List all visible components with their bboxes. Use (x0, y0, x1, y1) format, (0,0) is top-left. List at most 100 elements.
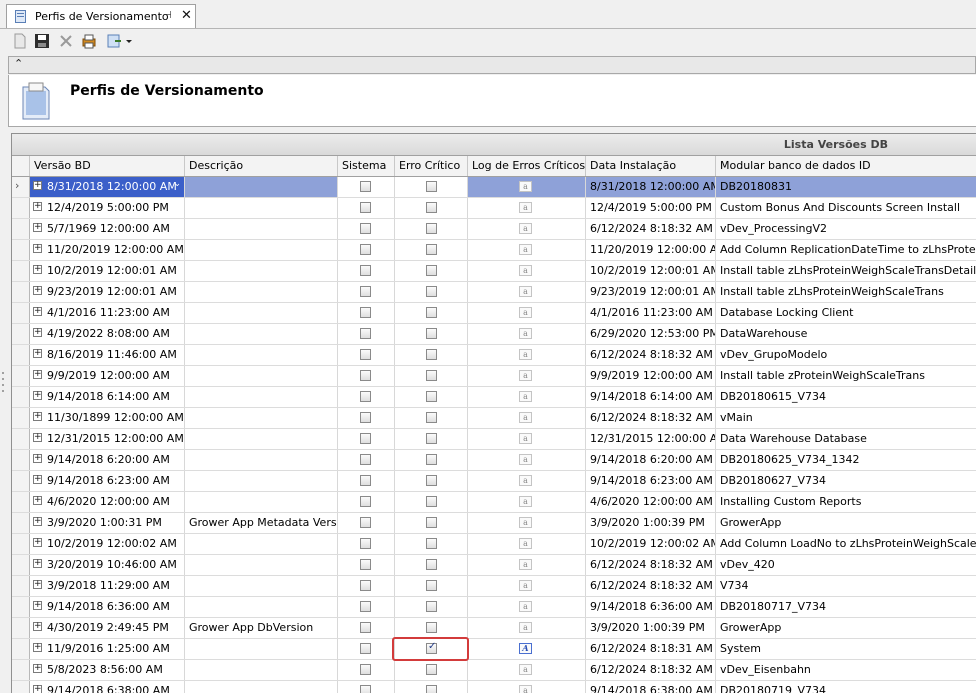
cell-erro-critico[interactable] (395, 639, 468, 659)
erro-critico-checkbox[interactable] (426, 181, 437, 192)
cell-data-instalacao[interactable]: 9/14/2018 6:14:00 AM (586, 387, 716, 407)
cell-versao-bd[interactable]: +4/19/2022 8:08:00 AM (30, 324, 185, 344)
cell-log-erros[interactable]: a (468, 261, 586, 281)
cell-data-instalacao[interactable]: 9/14/2018 6:38:00 AM (586, 681, 716, 693)
cell-sistema[interactable] (338, 345, 395, 365)
cell-erro-critico[interactable] (395, 555, 468, 575)
table-row[interactable]: +9/14/2018 6:38:00 AM a 9/14/2018 6:38:00 … (12, 681, 976, 693)
cell-modular-id[interactable]: vDev_GrupoModelo (716, 345, 976, 365)
table-row[interactable]: +9/14/2018 6:36:00 AM a 9/14/2018 6:36:00 … (12, 597, 976, 618)
cell-sistema[interactable] (338, 177, 395, 197)
erro-critico-checkbox[interactable] (426, 601, 437, 612)
row-indicator[interactable] (12, 387, 30, 407)
cell-data-instalacao[interactable]: 12/31/2015 12:00:00 AM (586, 429, 716, 449)
expand-row-icon[interactable]: + (33, 517, 42, 526)
erro-critico-checkbox[interactable] (426, 412, 437, 423)
cell-data-instalacao[interactable]: 6/12/2024 8:18:32 AM (586, 660, 716, 680)
sistema-checkbox[interactable] (360, 307, 371, 318)
cell-log-erros[interactable]: a (468, 555, 586, 575)
table-row[interactable]: +3/9/2018 11:29:00 AM a 6/12/2024 8:18:32 … (12, 576, 976, 597)
memo-icon[interactable]: a (519, 601, 532, 612)
memo-icon[interactable]: a (519, 223, 532, 234)
sistema-checkbox[interactable] (360, 643, 371, 654)
memo-icon[interactable]: a (519, 538, 532, 549)
cell-data-instalacao[interactable]: 12/4/2019 5:00:00 PM (586, 198, 716, 218)
expand-row-icon[interactable]: + (33, 328, 42, 337)
splitter-handle[interactable] (1, 370, 5, 400)
cell-erro-critico[interactable] (395, 450, 468, 470)
erro-critico-checkbox[interactable] (426, 265, 437, 276)
cell-data-instalacao[interactable]: 9/14/2018 6:20:00 AM (586, 450, 716, 470)
row-indicator[interactable] (12, 345, 30, 365)
cell-modular-id[interactable]: DataWarehouse (716, 324, 976, 344)
sistema-checkbox[interactable] (360, 517, 371, 528)
cell-sistema[interactable] (338, 639, 395, 659)
dropdown-arrow-icon[interactable]: ⌄ (173, 179, 181, 189)
cell-data-instalacao[interactable]: 9/9/2019 12:00:00 AM (586, 366, 716, 386)
memo-icon[interactable]: a (519, 307, 532, 318)
expand-row-icon[interactable]: + (33, 307, 42, 316)
erro-critico-checkbox[interactable] (426, 391, 437, 402)
col-header-sistema[interactable]: Sistema (338, 156, 395, 176)
cell-log-erros[interactable]: a (468, 660, 586, 680)
cell-data-instalacao[interactable]: 6/12/2024 8:18:31 AM (586, 639, 716, 659)
cell-data-instalacao[interactable]: 3/9/2020 1:00:39 PM (586, 618, 716, 638)
cell-erro-critico[interactable] (395, 261, 468, 281)
cell-log-erros[interactable]: A (468, 639, 586, 659)
cell-sistema[interactable] (338, 198, 395, 218)
cell-sistema[interactable] (338, 240, 395, 260)
row-indicator[interactable] (12, 408, 30, 428)
cell-sistema[interactable] (338, 408, 395, 428)
memo-icon[interactable]: a (519, 181, 532, 192)
cell-erro-critico[interactable] (395, 492, 468, 512)
collapse-chevron-icon[interactable]: ⌃ (14, 57, 23, 70)
memo-icon[interactable]: a (519, 328, 532, 339)
erro-critico-checkbox[interactable] (426, 496, 437, 507)
cell-versao-bd[interactable]: +12/31/2015 12:00:00 AM (30, 429, 185, 449)
sistema-checkbox[interactable] (360, 475, 371, 486)
cell-erro-critico[interactable] (395, 219, 468, 239)
memo-icon[interactable]: a (519, 664, 532, 675)
cell-erro-critico[interactable] (395, 513, 468, 533)
col-header-erro-critico[interactable]: Erro Crítico (395, 156, 468, 176)
memo-icon[interactable]: a (519, 265, 532, 276)
cell-descricao[interactable]: Grower App Metadata Version (185, 513, 338, 533)
expand-row-icon[interactable]: + (33, 643, 42, 652)
cell-modular-id[interactable]: DB20180831 (716, 177, 976, 197)
row-indicator[interactable] (12, 282, 30, 302)
sistema-checkbox[interactable] (360, 496, 371, 507)
cell-versao-bd[interactable]: +3/20/2019 10:46:00 AM (30, 555, 185, 575)
cell-descricao[interactable] (185, 597, 338, 617)
erro-critico-checkbox[interactable] (426, 559, 437, 570)
cell-versao-bd[interactable]: +9/14/2018 6:36:00 AM (30, 597, 185, 617)
sistema-checkbox[interactable] (360, 622, 371, 633)
erro-critico-checkbox[interactable] (426, 244, 437, 255)
cell-erro-critico[interactable] (395, 408, 468, 428)
cell-versao-bd[interactable]: +3/9/2020 1:00:31 PM (30, 513, 185, 533)
cell-sistema[interactable] (338, 219, 395, 239)
cell-descricao[interactable]: Grower App DbVersion (185, 618, 338, 638)
cell-data-instalacao[interactable]: 4/6/2020 12:00:00 AM (586, 492, 716, 512)
cell-log-erros[interactable]: a (468, 177, 586, 197)
cell-erro-critico[interactable] (395, 429, 468, 449)
table-row[interactable]: +12/4/2019 5:00:00 PM a 12/4/2019 5:00:00 … (12, 198, 976, 219)
cell-modular-id[interactable]: DB20180627_V734 (716, 471, 976, 491)
cell-sistema[interactable] (338, 618, 395, 638)
table-row[interactable]: +4/30/2019 2:49:45 PM Grower App DbVersio… (12, 618, 976, 639)
cell-log-erros[interactable]: a (468, 681, 586, 693)
erro-critico-checkbox[interactable] (426, 641, 437, 654)
cell-descricao[interactable] (185, 408, 338, 428)
collapse-bar[interactable]: ⌃ (8, 56, 976, 74)
expand-row-icon[interactable]: + (33, 265, 42, 274)
erro-critico-checkbox[interactable] (426, 454, 437, 465)
cell-modular-id[interactable]: Install table zLhsProteinWeighScaleTrans (716, 282, 976, 302)
tab-perfis-de-versionamento[interactable]: Perfis de Versionamento ⊣ ✕ (6, 4, 196, 28)
cell-data-instalacao[interactable]: 9/14/2018 6:36:00 AM (586, 597, 716, 617)
table-row[interactable]: +9/9/2019 12:00:00 AM a 9/9/2019 12:00:00 … (12, 366, 976, 387)
cell-sistema[interactable] (338, 450, 395, 470)
memo-icon[interactable]: a (519, 454, 532, 465)
expand-row-icon[interactable]: + (33, 580, 42, 589)
cell-descricao[interactable] (185, 681, 338, 693)
memo-icon[interactable]: a (519, 370, 532, 381)
row-indicator[interactable] (12, 219, 30, 239)
